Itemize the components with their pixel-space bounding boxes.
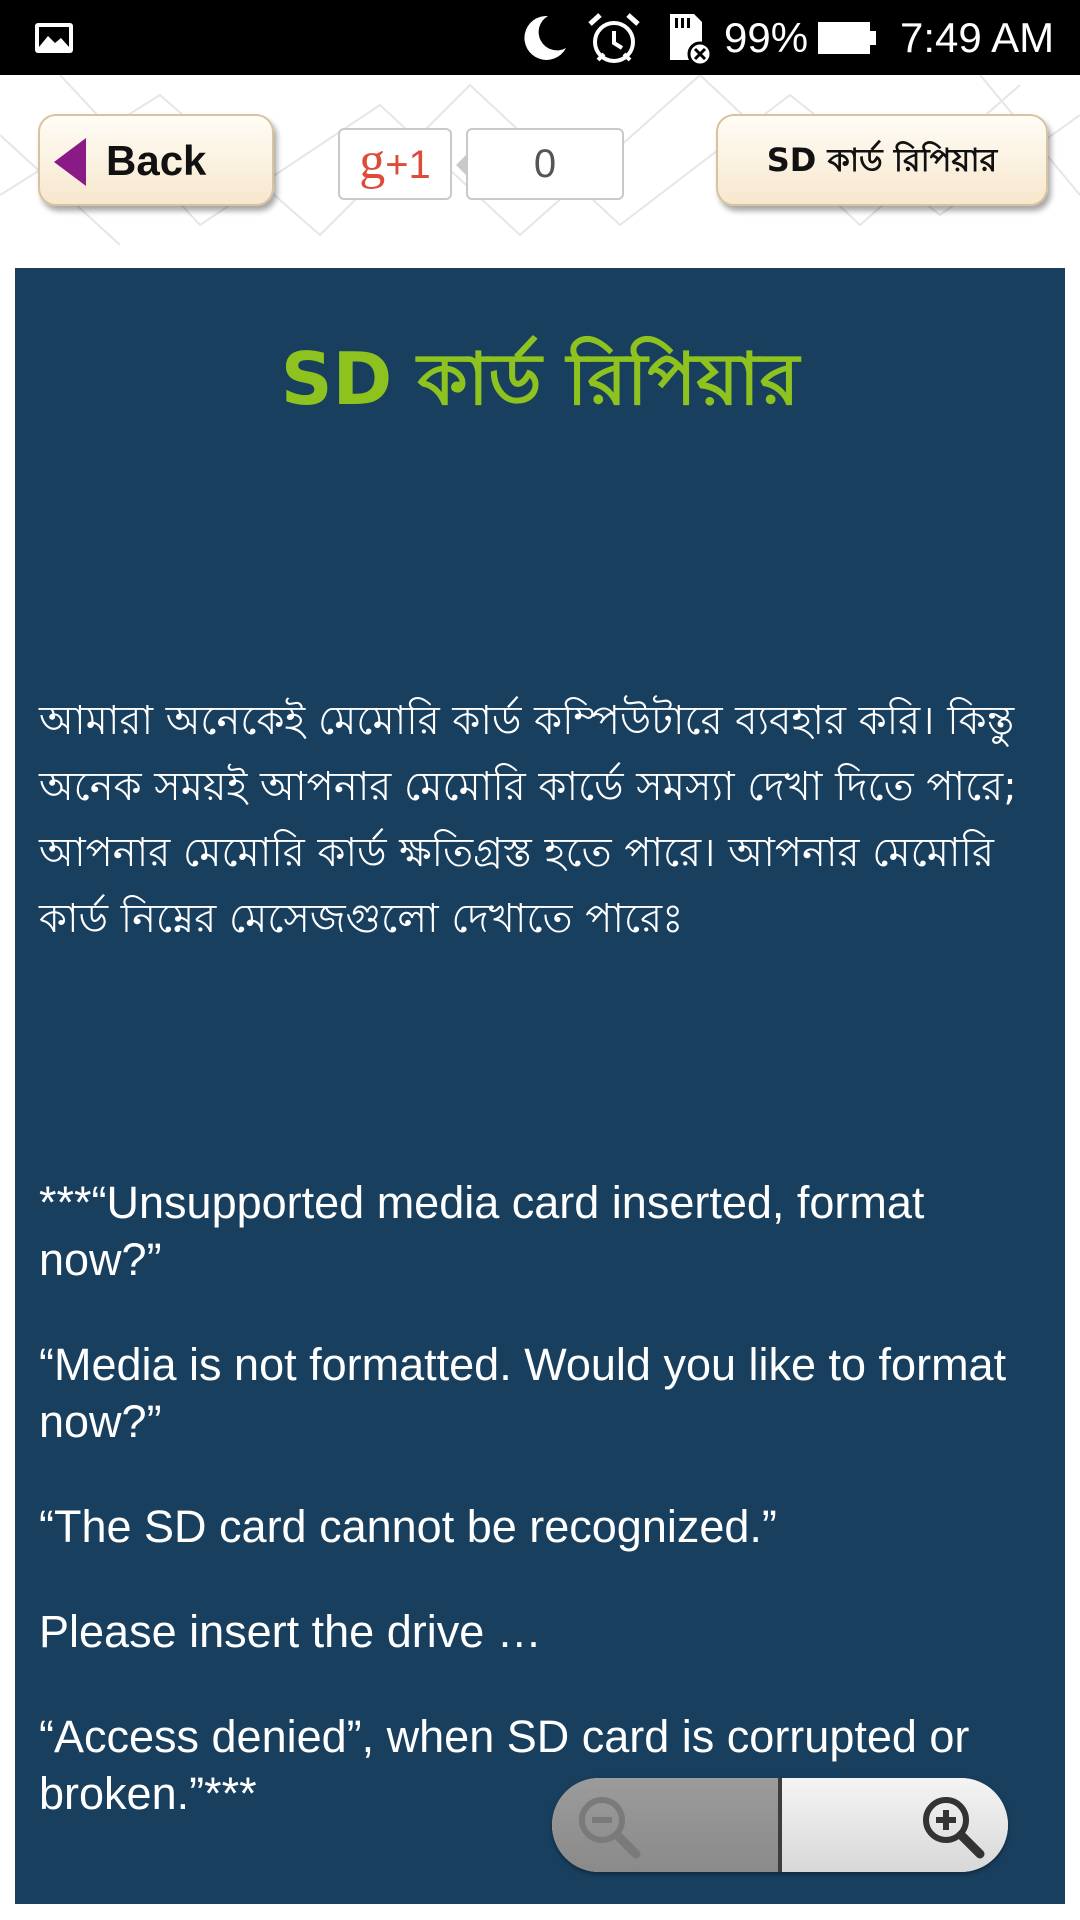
back-button[interactable]: Back	[38, 114, 274, 206]
battery-percent: 99%	[724, 14, 809, 61]
zoom-in-button[interactable]	[782, 1778, 1008, 1872]
error-message-item: “Media is not formatted. Would you like …	[39, 1339, 1007, 1447]
status-bar: 99% 7:49 AM	[0, 0, 1080, 75]
back-arrow-icon	[54, 138, 86, 186]
zoom-out-button[interactable]	[552, 1778, 778, 1872]
alarm-icon	[588, 13, 640, 63]
article-intro: আমারা অনেকেই মেমোরি কার্ড কম্পিউটারে ব্য…	[39, 698, 1017, 942]
moon-icon	[524, 15, 566, 60]
plus-one-label: +1	[385, 143, 431, 187]
google-g-icon: g	[359, 133, 386, 190]
gallery-icon	[35, 23, 73, 53]
zoom-out-icon	[579, 1797, 641, 1859]
clock: 7:49 AM	[900, 14, 1055, 61]
page-title-button[interactable]: SD কার্ড রিপিয়ার	[716, 114, 1048, 206]
zoom-control	[552, 1778, 1008, 1872]
article-title: SD কার্ড রিপিয়ার	[280, 337, 800, 421]
back-button-label: Back	[106, 137, 207, 184]
error-message-item: “The SD card cannot be recognized.”	[39, 1501, 777, 1552]
google-plus-one-button[interactable]: g+1	[338, 128, 452, 200]
sd-card-error-icon	[670, 14, 712, 66]
error-message-item: ***“Unsupported media card inserted, for…	[39, 1177, 925, 1285]
article-panel: SD কার্ড রিপিয়ার আমারা অনেকেই মেমোরি কা…	[15, 268, 1065, 1904]
error-message-item: Please insert the drive …	[39, 1606, 542, 1657]
plus-one-count: 0	[456, 128, 624, 200]
battery-icon	[818, 22, 876, 54]
zoom-in-icon	[923, 1797, 985, 1859]
